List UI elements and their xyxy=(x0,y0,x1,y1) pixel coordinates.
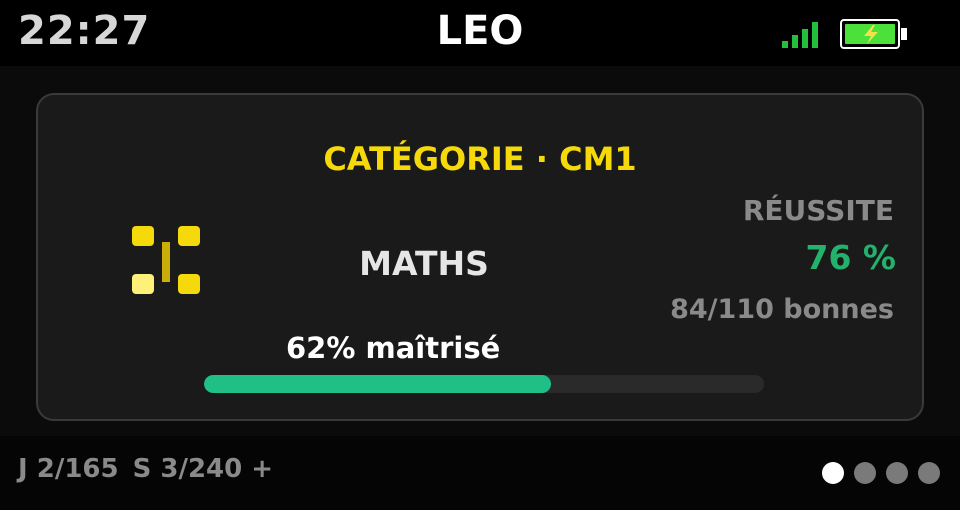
page-dot xyxy=(854,462,876,484)
battery-charging-icon xyxy=(840,19,907,49)
day-counter: J 2/165 xyxy=(18,454,119,484)
session-counter: S 3/240 + xyxy=(132,454,274,484)
signal-bars-icon xyxy=(782,22,818,48)
page-dot xyxy=(886,462,908,484)
page-dot xyxy=(918,462,940,484)
mastery-label: 62% maîtrisé xyxy=(286,331,501,365)
page-indicator xyxy=(822,462,950,486)
correct-answers-count: 84/110 bonnes xyxy=(670,294,894,325)
subject-name: MATHS xyxy=(359,244,489,283)
success-rate: 76 % xyxy=(805,238,896,277)
footer-counters: J 2/165 S 3/240 + xyxy=(18,454,287,484)
mastery-progress-fill xyxy=(204,375,552,393)
category-title: CATÉGORIE · CM1 xyxy=(323,140,637,178)
category-grid-icon xyxy=(132,226,200,294)
page-dot xyxy=(822,462,844,484)
mastery-progress-bar xyxy=(204,375,764,393)
success-label: RÉUSSITE xyxy=(742,194,894,227)
